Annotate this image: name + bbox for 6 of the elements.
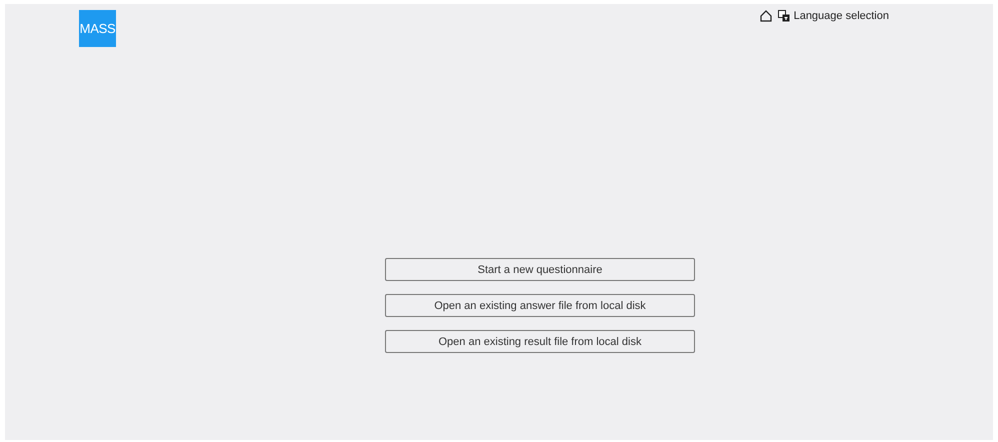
action-button[interactable]: Open an existing result file from local disk bbox=[385, 330, 695, 353]
translate-icon[interactable] bbox=[778, 10, 790, 22]
action-button[interactable]: Open an existing answer file from local disk bbox=[385, 294, 695, 317]
language-selection-link[interactable]: Language selection bbox=[794, 10, 889, 22]
home-icon[interactable] bbox=[760, 10, 772, 22]
action-button[interactable]: Start a new questionnaire bbox=[385, 258, 695, 281]
